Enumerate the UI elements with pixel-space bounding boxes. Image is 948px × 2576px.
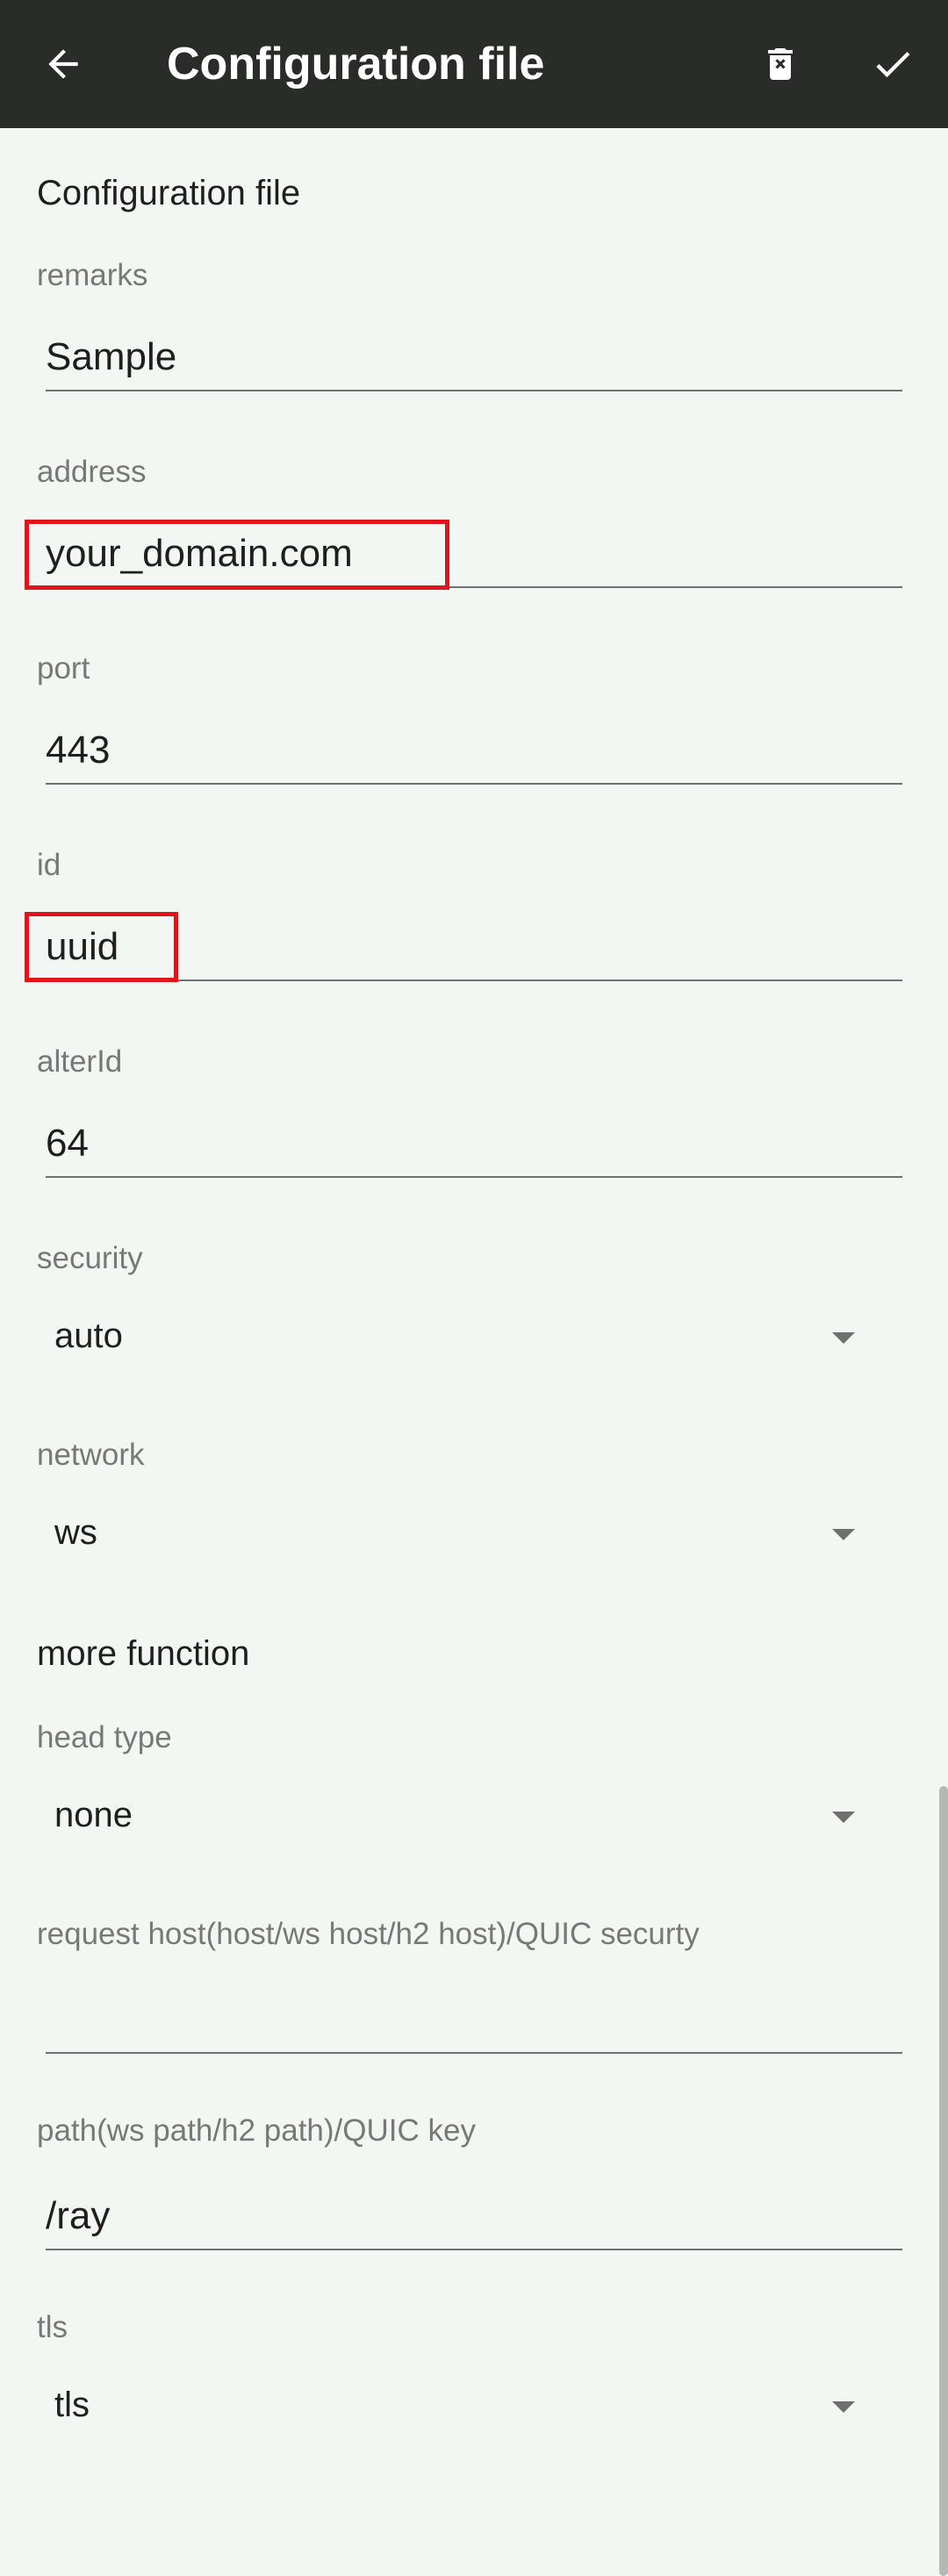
path-value: /ray [46,2194,111,2237]
page-title: Configuration file [167,39,545,90]
section-title-config: Configuration file [37,174,301,212]
tls-dropdown[interactable]: tls [54,2373,880,2443]
path-label: path(ws path/h2 path)/QUIC key [37,2113,476,2148]
alterid-input[interactable]: 64 [46,1104,902,1178]
dropdown-arrow-icon [832,2401,855,2413]
address-highlight-box [25,520,449,590]
request-host-input[interactable] [46,1980,902,2054]
alterid-value: 64 [46,1122,89,1165]
tls-value: tls [54,2386,90,2424]
app-toolbar: Configuration file [0,0,948,128]
head-type-value: none [54,1796,133,1834]
check-icon [876,52,910,78]
request-host-label: request host(host/ws host/h2 host)/QUIC … [37,1917,700,1951]
address-label: address [37,455,147,489]
arrow-left-icon [48,49,78,79]
port-value: 443 [46,728,111,771]
delete-icon [768,48,793,80]
head-type-label: head type [37,1720,172,1754]
id-label: id [37,848,61,882]
network-label: network [37,1438,145,1472]
tls-label: tls [37,2310,68,2344]
alterid-label: alterId [37,1044,123,1079]
dropdown-arrow-icon [832,1812,855,1823]
security-label: security [37,1241,143,1275]
security-dropdown[interactable]: auto [54,1304,880,1374]
confirm-button[interactable] [849,20,937,108]
port-label: port [37,651,90,685]
security-value: auto [54,1317,123,1355]
network-value: ws [54,1513,97,1552]
remarks-label: remarks [37,258,148,292]
remarks-input[interactable]: Sample [46,318,902,391]
section-title-more: more function [37,1634,250,1673]
dropdown-arrow-icon [832,1529,855,1540]
network-dropdown[interactable]: ws [54,1501,880,1571]
id-highlight-box [25,912,178,982]
config-form: Configuration file remarks Sample addres… [0,128,948,2576]
path-input[interactable]: /ray [46,2177,902,2250]
back-button[interactable] [19,20,107,108]
remarks-value: Sample [46,335,177,378]
dropdown-arrow-icon [832,1332,855,1344]
delete-button[interactable] [736,20,824,108]
head-type-dropdown[interactable]: none [54,1783,880,1854]
port-input[interactable]: 443 [46,711,902,785]
scrollbar[interactable] [939,1786,948,2576]
